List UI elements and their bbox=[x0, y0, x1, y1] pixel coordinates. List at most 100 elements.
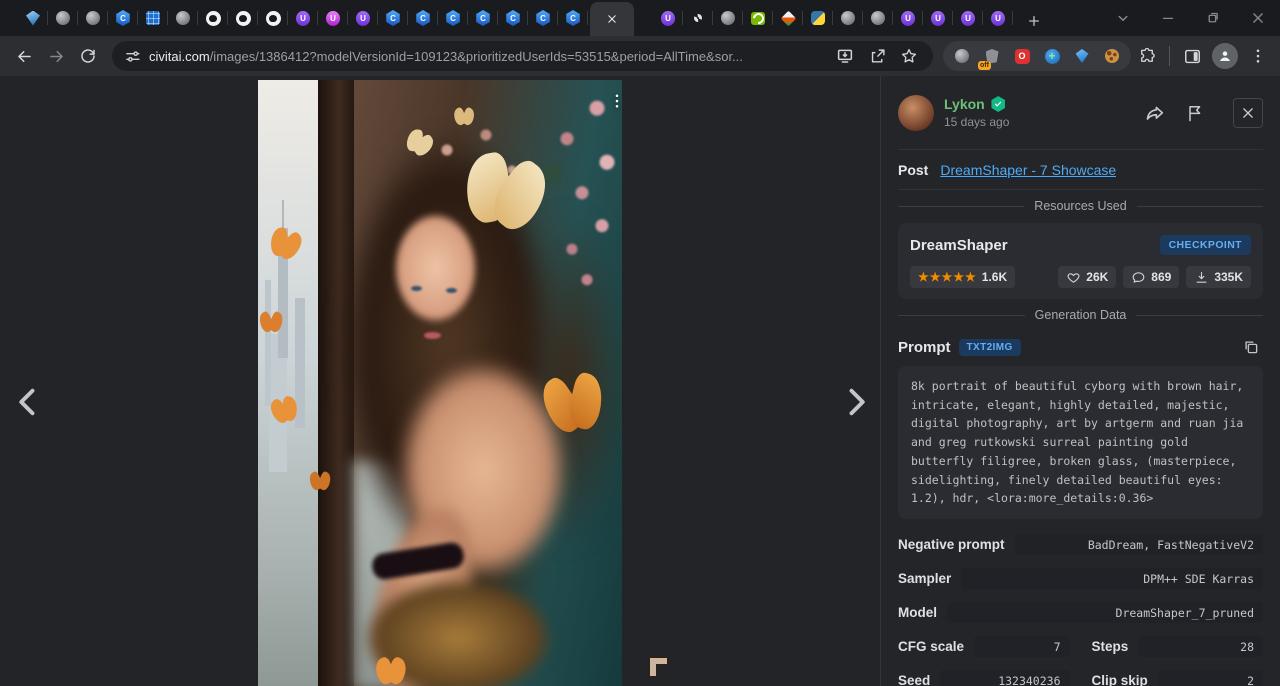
browser-tab[interactable] bbox=[258, 0, 288, 36]
close-tab-icon[interactable] bbox=[605, 12, 619, 26]
username[interactable]: Lykon bbox=[944, 96, 985, 112]
bookmark-button[interactable] bbox=[895, 42, 923, 70]
stat-pill[interactable]: 26K bbox=[1058, 266, 1116, 288]
active-tab[interactable] bbox=[590, 2, 634, 36]
extension-button[interactable]: off bbox=[977, 41, 1007, 71]
page-content: Lykon 15 days ago Post DreamShaper - 7 S… bbox=[0, 76, 1280, 686]
window-controls bbox=[1100, 0, 1280, 36]
share-post-button[interactable] bbox=[1143, 101, 1167, 125]
window-control-button[interactable] bbox=[1190, 0, 1235, 36]
browser-tab[interactable] bbox=[108, 0, 138, 36]
next-image-button[interactable] bbox=[836, 382, 876, 422]
browser-tab[interactable] bbox=[438, 0, 468, 36]
browser-tab[interactable] bbox=[983, 0, 1013, 36]
window-control-button[interactable] bbox=[1145, 0, 1190, 36]
artwork-portrait-face bbox=[393, 212, 478, 324]
post-link[interactable]: DreamShaper - 7 Showcase bbox=[940, 162, 1116, 178]
extensions-menu-button[interactable] bbox=[1133, 42, 1161, 70]
post-label: Post bbox=[898, 162, 928, 178]
prompt-text[interactable]: 8k portrait of beautiful cyborg with bro… bbox=[898, 366, 1263, 519]
field-value[interactable]: 132340236 bbox=[940, 670, 1069, 686]
field-value[interactable]: 28 bbox=[1138, 636, 1263, 657]
side-panel-button[interactable] bbox=[1178, 42, 1206, 70]
browser-tab[interactable] bbox=[803, 0, 833, 36]
u-purple-icon bbox=[356, 11, 370, 26]
copy-prompt-button[interactable] bbox=[1239, 335, 1263, 359]
browser-menu-button[interactable] bbox=[1244, 42, 1272, 70]
browser-tab[interactable] bbox=[378, 0, 408, 36]
browser-tab[interactable] bbox=[953, 0, 983, 36]
browser-tab[interactable] bbox=[528, 0, 558, 36]
generation-field-row: Clip skip 2 bbox=[1092, 670, 1264, 686]
browser-tab[interactable] bbox=[498, 0, 528, 36]
generation-fields-grid: CFG scale 7 Steps 28 Seed 132340236 bbox=[898, 636, 1263, 686]
reload-icon bbox=[79, 47, 97, 65]
field-value[interactable]: 2 bbox=[1158, 670, 1263, 686]
install-app-button[interactable] bbox=[831, 42, 859, 70]
field-value[interactable]: BadDream, FastNegativeV2 bbox=[1015, 534, 1263, 555]
post-timestamp: 15 days ago bbox=[944, 115, 1009, 129]
flag-icon bbox=[1185, 103, 1205, 123]
forward-button[interactable] bbox=[40, 40, 72, 72]
extension-button[interactable] bbox=[1007, 41, 1037, 71]
rating-pill[interactable]: ★★★★★ 1.6K bbox=[910, 266, 1015, 288]
browser-tab[interactable] bbox=[198, 0, 228, 36]
previous-image-button[interactable] bbox=[8, 382, 48, 422]
browser-tab[interactable] bbox=[18, 0, 48, 36]
reload-button[interactable] bbox=[72, 40, 104, 72]
share-page-button[interactable] bbox=[863, 42, 891, 70]
person-icon bbox=[1217, 48, 1233, 64]
browser-tab[interactable] bbox=[683, 0, 713, 36]
browser-tab[interactable] bbox=[833, 0, 863, 36]
browser-tab[interactable] bbox=[78, 0, 108, 36]
browser-tab[interactable] bbox=[773, 0, 803, 36]
extension-button[interactable] bbox=[1097, 41, 1127, 71]
browser-tab[interactable] bbox=[348, 0, 378, 36]
browser-tab[interactable] bbox=[863, 0, 893, 36]
resource-card[interactable]: DreamShaper CHECKPOINT ★★★★★ 1.6K 26K 869… bbox=[898, 223, 1263, 299]
github-icon bbox=[236, 11, 251, 26]
artwork-image[interactable] bbox=[258, 80, 622, 686]
profile-button[interactable] bbox=[1212, 43, 1238, 69]
browser-tab[interactable] bbox=[168, 0, 198, 36]
post-row: Post DreamShaper - 7 Showcase bbox=[898, 149, 1263, 190]
browser-tab[interactable] bbox=[228, 0, 258, 36]
extension-button[interactable] bbox=[1067, 41, 1097, 71]
stat-pill[interactable]: 869 bbox=[1123, 266, 1179, 288]
civitai-icon bbox=[446, 10, 461, 26]
close-viewer-button[interactable] bbox=[1233, 98, 1263, 128]
browser-tab[interactable] bbox=[288, 0, 318, 36]
field-value[interactable]: 7 bbox=[974, 636, 1069, 657]
artwork-door-frame bbox=[318, 80, 356, 686]
star-rating-icons: ★★★★★ bbox=[918, 270, 977, 284]
stat-pill[interactable]: 335K bbox=[1186, 266, 1251, 288]
browser-tab[interactable] bbox=[743, 0, 773, 36]
user-avatar[interactable] bbox=[898, 95, 934, 131]
back-button[interactable] bbox=[8, 40, 40, 72]
resource-name[interactable]: DreamShaper bbox=[910, 237, 1008, 254]
extension-button[interactable] bbox=[947, 41, 977, 71]
field-value[interactable]: DreamShaper_7_pruned bbox=[947, 602, 1263, 623]
window-control-button[interactable] bbox=[1235, 0, 1280, 36]
field-value[interactable]: DPM++ SDE Karras bbox=[961, 568, 1263, 589]
extension-button[interactable] bbox=[1037, 41, 1067, 71]
address-bar[interactable]: civitai.com/images/1386412?modelVersionI… bbox=[112, 41, 933, 71]
browser-tab[interactable] bbox=[713, 0, 743, 36]
browser-tab[interactable] bbox=[653, 0, 683, 36]
new-tab-button[interactable] bbox=[1019, 6, 1049, 36]
report-button[interactable] bbox=[1183, 101, 1207, 125]
browser-tab[interactable] bbox=[893, 0, 923, 36]
browser-tab[interactable] bbox=[48, 0, 78, 36]
window-control-button[interactable] bbox=[1100, 0, 1145, 36]
browser-tab[interactable] bbox=[558, 0, 588, 36]
browser-tab[interactable] bbox=[138, 0, 168, 36]
globe-icon bbox=[176, 11, 190, 25]
browser-tab[interactable] bbox=[318, 0, 348, 36]
browser-tab[interactable] bbox=[408, 0, 438, 36]
mouse-cursor bbox=[646, 654, 672, 680]
browser-tab[interactable] bbox=[468, 0, 498, 36]
browser-tab[interactable] bbox=[923, 0, 953, 36]
site-settings-icon[interactable] bbox=[124, 48, 141, 65]
url-text[interactable]: civitai.com/images/1386412?modelVersionI… bbox=[149, 49, 831, 64]
resource-type-badge[interactable]: CHECKPOINT bbox=[1160, 235, 1251, 255]
